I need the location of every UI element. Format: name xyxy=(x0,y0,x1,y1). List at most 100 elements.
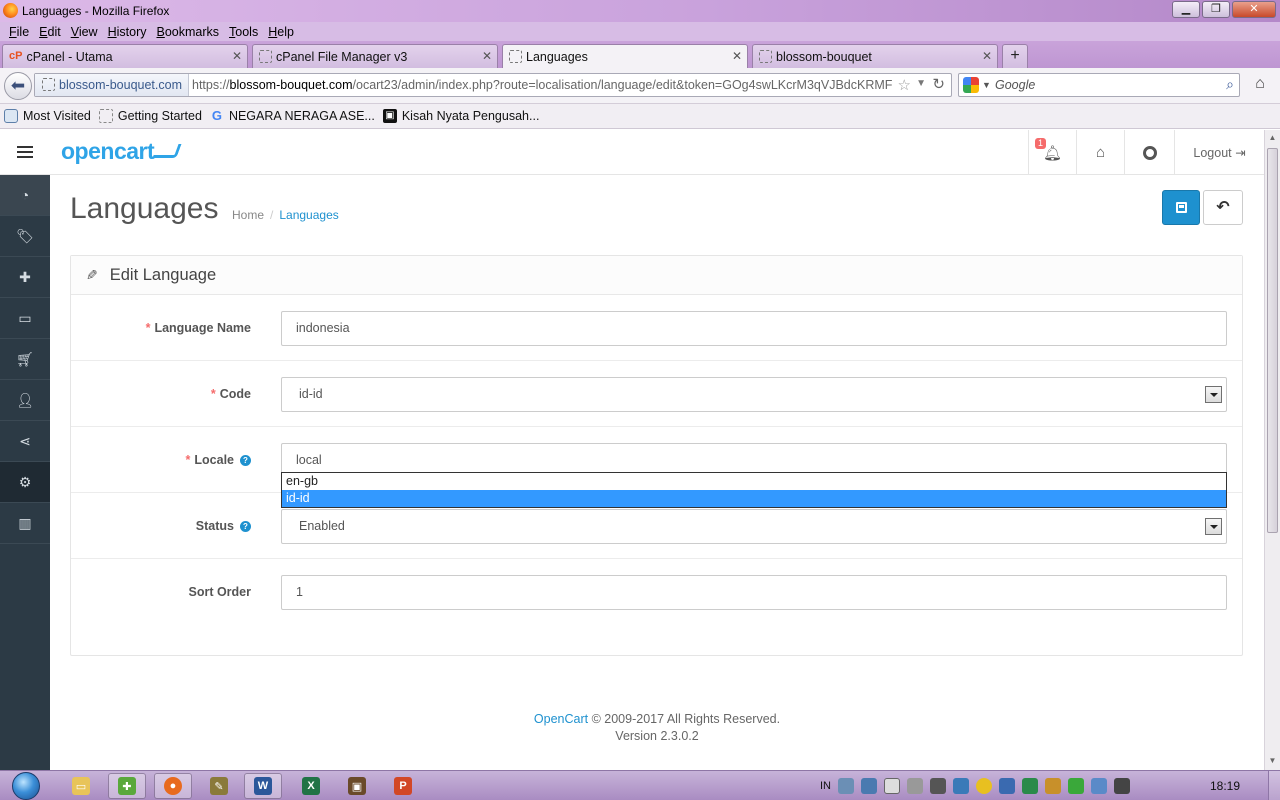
dropdown-arrow-icon[interactable] xyxy=(1205,518,1222,535)
new-tab-button[interactable]: + xyxy=(1002,44,1028,68)
save-button[interactable] xyxy=(1162,190,1200,225)
help-button[interactable] xyxy=(1124,130,1174,175)
scroll-down-icon[interactable]: ▼ xyxy=(1267,756,1278,765)
back-button[interactable]: ⬅ xyxy=(4,72,32,100)
scroll-up-icon[interactable]: ▲ xyxy=(1267,133,1278,142)
menu-file[interactable]: File xyxy=(4,25,34,39)
tray-network-share-icon[interactable] xyxy=(838,778,854,794)
url-text[interactable]: https://blossom-bouquet.com/ocart23/admi… xyxy=(192,74,892,96)
sidebar-item-design[interactable]: ▭ xyxy=(0,298,50,339)
search-input[interactable]: Google xyxy=(995,78,1035,92)
status-select[interactable]: Enabled xyxy=(281,509,1227,544)
menu-view[interactable]: View xyxy=(66,25,103,39)
code-select[interactable]: id-id xyxy=(281,377,1227,412)
menu-toggle-icon[interactable] xyxy=(17,146,33,158)
bookmark-negara-neraga[interactable]: G NEGARA NERAGA ASE... xyxy=(210,109,375,124)
tab-blossom-bouquet[interactable]: blossom-bouquet ✕ xyxy=(752,44,998,68)
taskbar-app-pen[interactable]: ✎ xyxy=(200,773,238,799)
sidebar-item-sales[interactable]: 🛒︎ xyxy=(0,339,50,380)
tray-safe-remove-icon[interactable] xyxy=(884,778,900,794)
taskbar-clock[interactable]: 18:19 xyxy=(1210,779,1240,793)
tray-green-icon[interactable] xyxy=(1022,778,1038,794)
reload-icon[interactable]: ↻ xyxy=(932,75,945,93)
code-option-id-id[interactable]: id-id xyxy=(282,490,1226,507)
tray-signal-icon[interactable] xyxy=(930,778,946,794)
menu-bookmarks[interactable]: Bookmarks xyxy=(152,25,225,39)
close-tab-icon[interactable]: ✕ xyxy=(482,49,492,63)
page-icon xyxy=(42,78,55,91)
maximize-button[interactable]: ❐ xyxy=(1202,1,1230,18)
tray-yellow-icon[interactable] xyxy=(976,778,992,794)
tray-app-icon[interactable] xyxy=(861,778,877,794)
start-button[interactable] xyxy=(6,771,46,800)
version-text: Version 2.3.0.2 xyxy=(615,729,699,743)
bookmark-kisah-nyata[interactable]: ▣ Kisah Nyata Pengusah... xyxy=(382,109,539,123)
close-tab-icon[interactable]: ✕ xyxy=(232,49,242,63)
cart-logo-icon xyxy=(152,144,182,158)
menu-edit[interactable]: Edit xyxy=(34,25,66,39)
taskbar-excel[interactable]: X xyxy=(292,773,330,799)
site-identity-button[interactable]: blossom-bouquet.com xyxy=(35,74,189,96)
minimize-button[interactable]: ▁ xyxy=(1172,1,1200,18)
tab-languages[interactable]: Languages ✕ xyxy=(502,44,748,68)
help-question-icon[interactable]: ? xyxy=(240,455,251,466)
home-button[interactable]: ⌂ xyxy=(1247,73,1273,97)
sidebar-item-catalog[interactable]: 🏷︎ xyxy=(0,216,50,257)
url-bar[interactable]: blossom-bouquet.com https://blossom-bouq… xyxy=(34,73,952,97)
tray-volume-icon[interactable] xyxy=(907,778,923,794)
page-scrollbar[interactable]: ▲ ▼ xyxy=(1264,130,1280,770)
scrollbar-thumb[interactable] xyxy=(1267,148,1278,533)
tray-connect-icon[interactable] xyxy=(1091,778,1107,794)
taskbar-powerpoint[interactable]: P xyxy=(384,773,422,799)
url-dropdown-icon[interactable]: ▼ xyxy=(916,78,926,89)
code-option-en-gb[interactable]: en-gb xyxy=(282,473,1226,490)
sidebar-item-reports[interactable]: ▥ xyxy=(0,503,50,544)
page-icon xyxy=(259,50,272,63)
menu-help[interactable]: Help xyxy=(263,25,299,39)
notifications-button[interactable]: 1 🔔︎ xyxy=(1028,130,1076,175)
help-question-icon[interactable]: ? xyxy=(240,521,251,532)
tab-cpanel-utama[interactable]: cP cPanel - Utama ✕ xyxy=(2,44,248,68)
language-name-input[interactable]: indonesia xyxy=(281,311,1227,346)
taskbar-app-photo[interactable]: ▣ xyxy=(338,773,376,799)
taskbar-app-green[interactable]: ✚ xyxy=(108,773,146,799)
page-icon xyxy=(98,109,113,123)
sidebar-item-marketing[interactable]: ⋖ xyxy=(0,421,50,462)
sidebar-item-dashboard[interactable]: ◔ xyxy=(0,175,50,216)
close-tab-icon[interactable]: ✕ xyxy=(982,49,992,63)
bookmark-getting-started[interactable]: Getting Started xyxy=(98,109,202,123)
bookmark-star-icon[interactable]: ☆ xyxy=(898,76,911,94)
dropdown-arrow-icon[interactable] xyxy=(1205,386,1222,403)
opencart-link[interactable]: OpenCart xyxy=(534,712,588,726)
search-bar[interactable]: ▼ Google ⌕ xyxy=(958,73,1240,97)
sidebar-item-system[interactable]: ⚙ xyxy=(0,462,50,503)
menu-history[interactable]: History xyxy=(103,25,152,39)
breadcrumb-home[interactable]: Home xyxy=(232,208,264,222)
taskbar-explorer[interactable]: ▭ xyxy=(62,773,100,799)
tray-antivirus-icon[interactable] xyxy=(1068,778,1084,794)
tray-display-icon[interactable] xyxy=(999,778,1015,794)
close-tab-icon[interactable]: ✕ xyxy=(732,49,742,63)
google-icon[interactable] xyxy=(963,77,979,93)
search-icon[interactable]: ⌕ xyxy=(1226,76,1234,93)
sort-order-input[interactable]: 1 xyxy=(281,575,1227,610)
opencart-logo[interactable]: opencart xyxy=(61,138,182,165)
tab-cpanel-file-manager[interactable]: cPanel File Manager v3 ✕ xyxy=(252,44,498,68)
store-home-button[interactable]: ⌂ xyxy=(1076,130,1124,175)
search-engine-dropdown-icon[interactable]: ▼ xyxy=(982,80,991,90)
tray-flag-icon[interactable] xyxy=(1114,778,1130,794)
breadcrumb-languages[interactable]: Languages xyxy=(279,208,338,222)
back-to-list-button[interactable]: ↶ xyxy=(1203,190,1243,225)
menu-tools[interactable]: Tools xyxy=(224,25,263,39)
tray-update-icon[interactable] xyxy=(1045,778,1061,794)
sidebar-item-customers[interactable]: 👤︎ xyxy=(0,380,50,421)
tray-sync-icon[interactable] xyxy=(953,778,969,794)
close-window-button[interactable]: ✕ xyxy=(1232,1,1276,18)
show-desktop-button[interactable] xyxy=(1268,771,1280,800)
bookmark-most-visited[interactable]: Most Visited xyxy=(4,109,91,123)
sidebar-item-extensions[interactable]: ✚ xyxy=(0,257,50,298)
input-language-indicator[interactable]: IN xyxy=(820,780,831,792)
taskbar-firefox[interactable]: ● xyxy=(154,773,192,799)
taskbar-word[interactable]: W xyxy=(244,773,282,799)
logout-button[interactable]: Logout ⇥ xyxy=(1174,130,1264,175)
